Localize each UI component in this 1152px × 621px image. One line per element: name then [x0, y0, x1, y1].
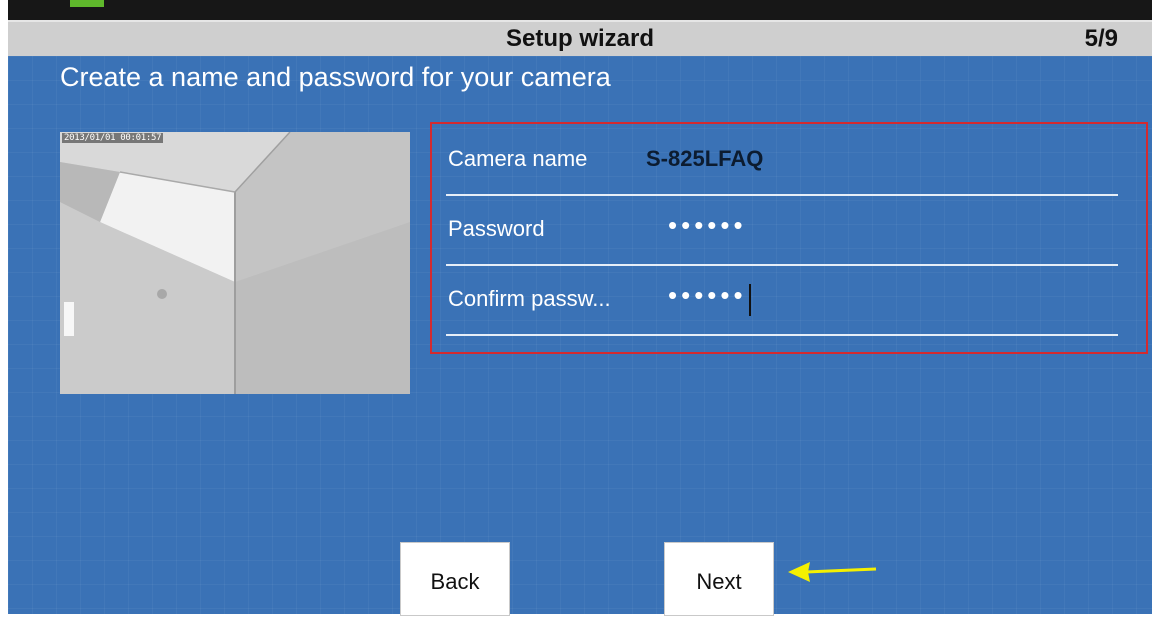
preview-timestamp: 2013/01/01 00:01:57: [62, 133, 164, 143]
confirm-password-label: Confirm passw...: [448, 286, 611, 311]
password-label: Password: [448, 216, 545, 241]
camera-preview: 2013/01/01 00:01:57: [60, 132, 410, 394]
text-cursor: [748, 283, 751, 316]
section-heading: Create a name and password for your came…: [60, 62, 611, 92]
camera-name-row[interactable]: Camera name S-825LFAQ: [446, 124, 1118, 196]
annotation-arrow-icon: [788, 562, 877, 582]
camera-name-input[interactable]: S-825LFAQ: [646, 146, 763, 172]
top-dark-bar: [8, 0, 1152, 20]
password-row[interactable]: Password ••••••: [446, 194, 1118, 266]
step-counter: 5/9: [1084, 25, 1118, 52]
confirm-password-input[interactable]: ••••••: [668, 280, 747, 310]
wizard-body: Create a name and password for your came…: [8, 56, 1152, 616]
status-indicator: [70, 0, 104, 7]
wizard-header: Setup wizard 5/9: [8, 20, 1152, 56]
page-title: Setup wizard: [505, 25, 655, 52]
credentials-form: Camera name S-825LFAQ Password •••••• Co…: [430, 122, 1148, 354]
back-button[interactable]: Back: [400, 542, 510, 616]
camera-preview-image: [60, 132, 410, 394]
confirm-password-field[interactable]: ••••••: [668, 280, 751, 316]
confirm-password-row[interactable]: Confirm passw... ••••••: [446, 264, 1118, 336]
password-input[interactable]: ••••••: [668, 210, 747, 241]
camera-name-label: Camera name: [448, 146, 588, 171]
next-button[interactable]: Next: [664, 542, 774, 616]
